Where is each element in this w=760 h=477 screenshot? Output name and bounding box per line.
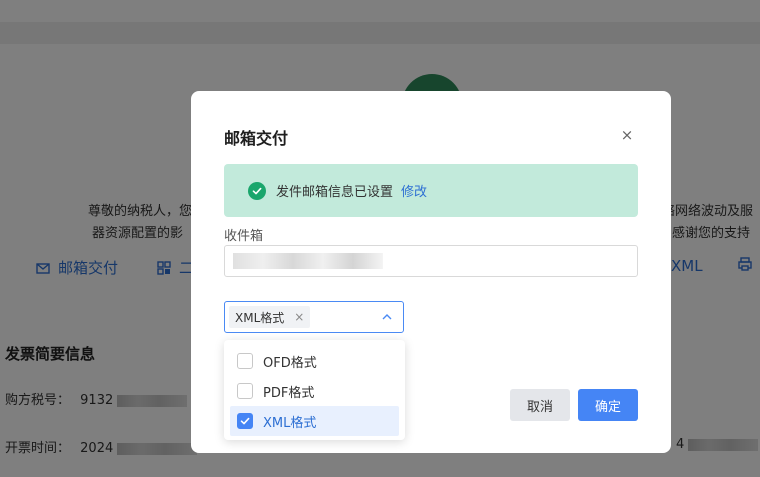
option-ofd[interactable]: OFD格式 [230,346,399,376]
checkbox[interactable] [237,353,253,369]
sender-configured-alert: 发件邮箱信息已设置 修改 [224,164,638,217]
format-tag-label: XML格式 [235,310,285,325]
check-icon [240,417,250,425]
checkbox-checked[interactable] [237,413,253,429]
close-button[interactable]: × [618,126,636,144]
recipient-input[interactable] [224,245,638,277]
redacted-email-blur [233,253,383,269]
tag-close-icon[interactable]: × [294,310,304,324]
option-pdf[interactable]: PDF格式 [230,376,399,406]
checkbox[interactable] [237,383,253,399]
chevron-up-icon [382,314,392,320]
option-xml[interactable]: XML格式 [230,406,399,436]
cancel-button[interactable]: 取消 [510,389,570,421]
format-select[interactable]: XML格式 × [224,301,404,333]
option-label: XML格式 [263,415,317,431]
dialog-title: 邮箱交付 [224,129,289,148]
option-label: OFD格式 [263,355,317,371]
confirm-button[interactable]: 确定 [578,389,638,421]
format-dropdown: OFD格式 PDF格式 XML格式 [224,340,405,440]
check-circle-icon [248,181,266,200]
format-tag: XML格式 × [229,306,311,328]
modify-link[interactable]: 修改 [401,181,427,200]
alert-text: 发件邮箱信息已设置 [276,185,394,200]
option-label: PDF格式 [263,385,315,401]
recipient-label: 收件箱 [224,229,264,244]
